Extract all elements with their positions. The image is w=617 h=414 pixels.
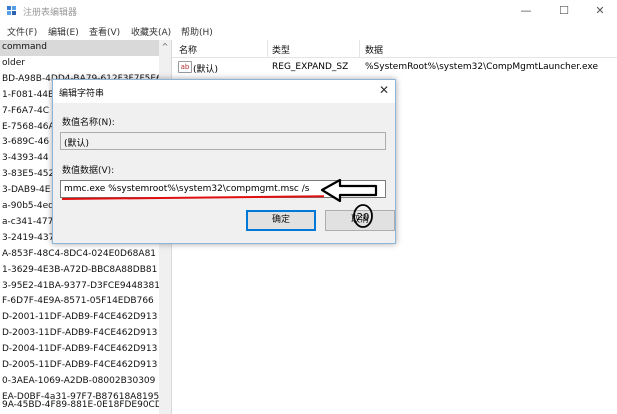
tree-item[interactable]: D-2004-11DF-ADB9-F4CE462D913 — [0, 342, 162, 358]
value-data: %SystemRoot%\system32\CompMgmtLauncher.e… — [365, 62, 598, 72]
menu-edit[interactable]: 编辑(E) — [48, 25, 79, 38]
column-header-name[interactable]: 名称 — [179, 43, 197, 56]
title-bar: 注册表编辑器 — ☐ ✕ — [0, 0, 617, 22]
window-title: 注册表编辑器 — [23, 8, 78, 18]
tree-item[interactable]: F-6D7F-4E9A-8571-05F14EDB766 — [0, 294, 162, 310]
menu-file[interactable]: 文件(F) — [7, 25, 37, 38]
value-data-label: 数值数据(V): — [62, 166, 115, 176]
tree-item[interactable]: 1-3629-4E3B-A72D-BBC8A88DB81 — [0, 263, 162, 279]
menu-help[interactable]: 帮助(H) — [181, 25, 213, 38]
tree-item[interactable]: D-2001-11DF-ADB9-F4CE462D913 — [0, 310, 162, 326]
value-data-input[interactable]: mmc.exe %systemroot%\system32\compmgmt.m… — [60, 180, 386, 198]
value-name-field: (默认) — [60, 132, 386, 150]
edit-string-dialog: 编辑字符串 ✕ 数值名称(N): (默认) 数值数据(V): mmc.exe %… — [52, 79, 396, 244]
value-row[interactable]: ab (默认) REG_EXPAND_SZ %SystemRoot%\syste… — [172, 59, 617, 75]
tree-item[interactable]: command — [0, 40, 162, 56]
column-header-data[interactable]: 数据 — [365, 43, 383, 56]
tree-item[interactable]: D-2003-11DF-ADB9-F4CE462D913 — [0, 326, 162, 342]
value-type: REG_EXPAND_SZ — [272, 62, 349, 72]
maximize-button[interactable]: ☐ — [547, 0, 581, 22]
tree-item[interactable]: D-2005-11DF-ADB9-F4CE462D913 — [0, 358, 162, 374]
tree-item[interactable]: 9A-45BD-4F89-881E-0E18FDE90CD — [0, 398, 162, 414]
string-value-icon: ab — [178, 61, 192, 73]
tree-item[interactable]: 0-3AEA-1069-A2DB-08002B30309 — [0, 374, 162, 390]
ok-button[interactable]: 确定 — [246, 210, 316, 231]
values-list-header: 名称 类型 数据 — [172, 40, 617, 58]
value-data-text: mmc.exe %systemroot%\system32\compmgmt.m… — [64, 184, 310, 194]
scroll-up-arrow-icon[interactable]: ^ — [159, 42, 171, 51]
minimize-button[interactable]: — — [509, 0, 543, 22]
dialog-title: 编辑字符串 — [59, 89, 105, 99]
value-name: (默认) — [193, 65, 219, 75]
tree-item[interactable]: older — [0, 56, 162, 72]
column-divider[interactable] — [267, 40, 268, 57]
menu-bar: 文件(F) 编辑(E) 查看(V) 收藏夹(A) 帮助(H) — [0, 22, 617, 39]
menu-view[interactable]: 查看(V) — [89, 25, 120, 38]
value-name-label: 数值名称(N): — [62, 118, 115, 128]
column-divider[interactable] — [359, 40, 360, 57]
tree-item[interactable]: 3-95E2-41BA-9377-D3FCE9448381 — [0, 279, 162, 295]
cancel-button[interactable]: 取消 — [325, 210, 395, 231]
dialog-title-bar: 编辑字符串 ✕ — [53, 80, 395, 103]
menu-favorites[interactable]: 收藏夹(A) — [131, 25, 171, 38]
dialog-close-button[interactable]: ✕ — [379, 83, 389, 97]
tree-item[interactable]: A-853F-48C4-8DC4-024E0D68A81 — [0, 247, 162, 263]
close-button[interactable]: ✕ — [583, 0, 617, 22]
value-name-text: (默认) — [64, 139, 90, 149]
registry-app-icon — [7, 6, 16, 15]
column-header-type[interactable]: 类型 — [272, 43, 290, 56]
